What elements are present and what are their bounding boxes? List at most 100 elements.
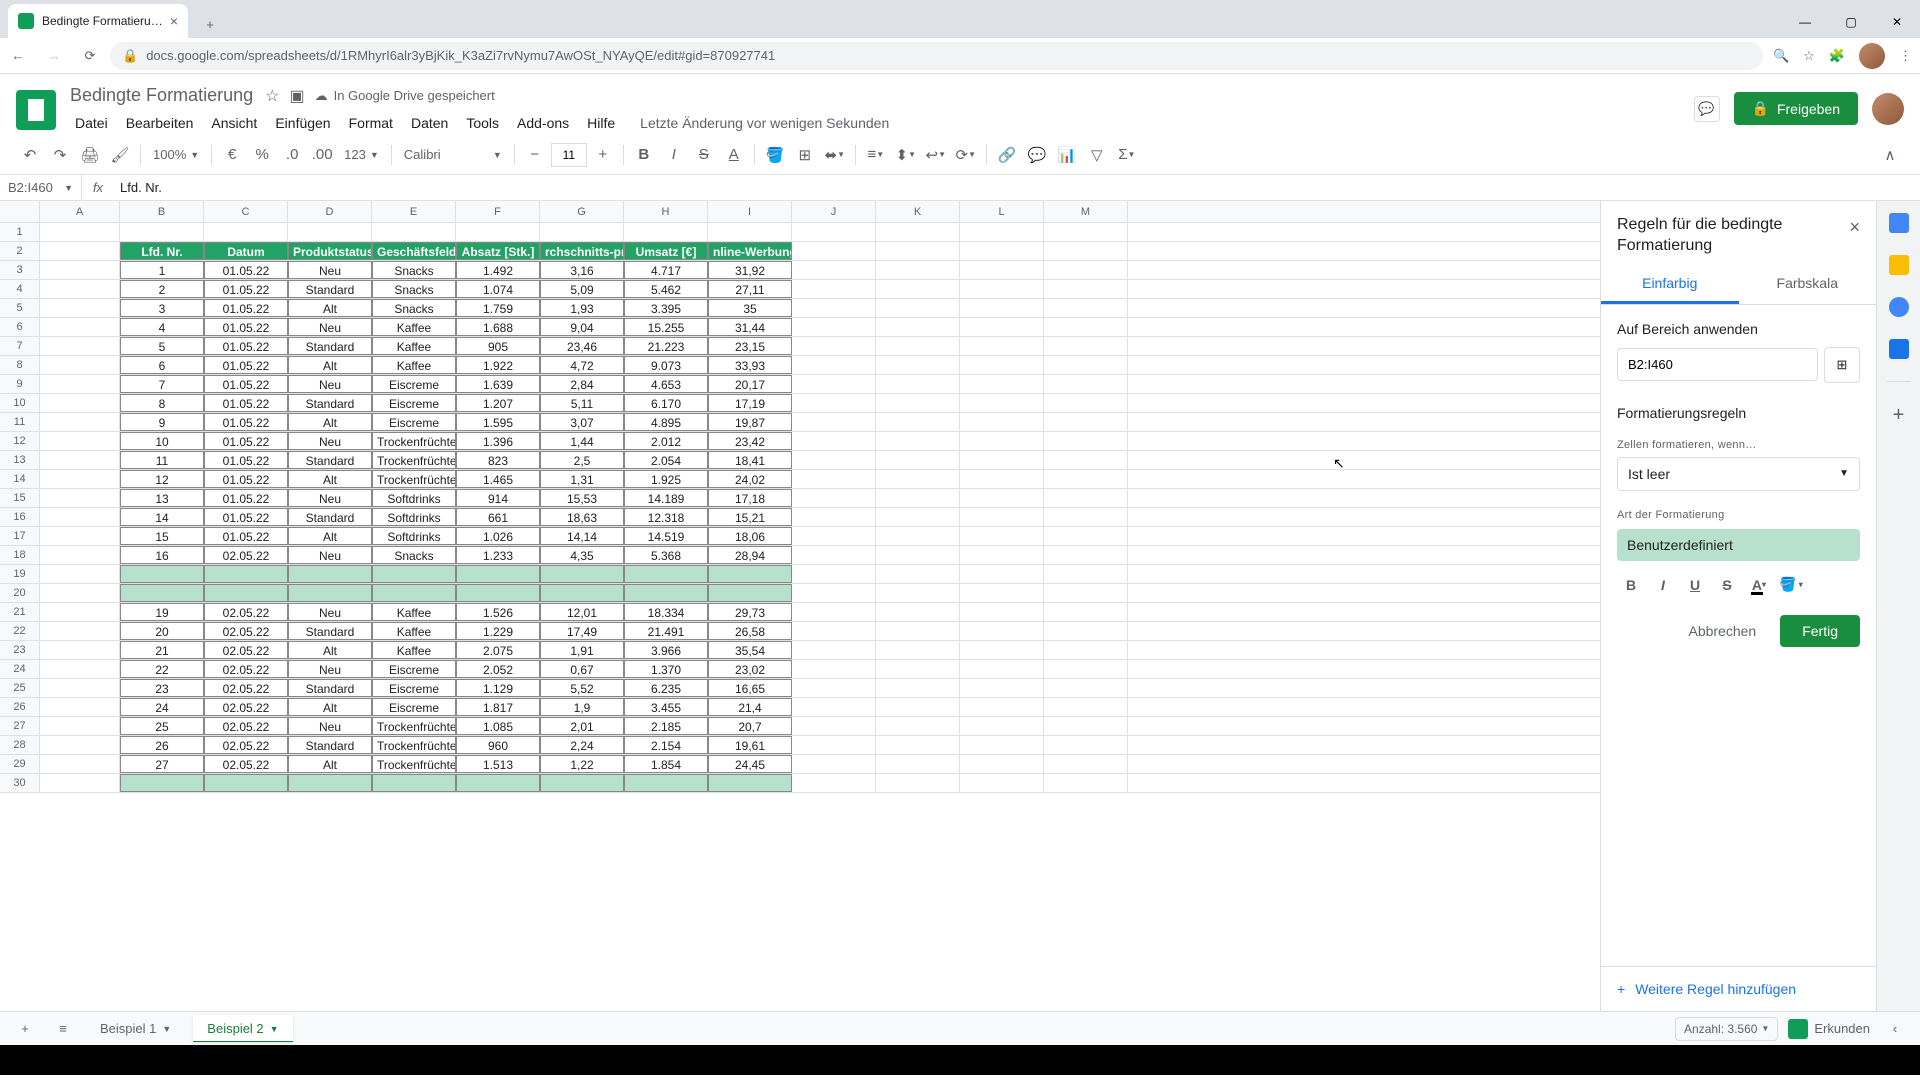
cell[interactable]	[1044, 470, 1128, 488]
cell[interactable]: Alt	[288, 413, 372, 431]
cell[interactable]: Snacks	[372, 280, 456, 298]
cell[interactable]	[708, 774, 792, 792]
cell[interactable]	[792, 508, 876, 526]
cell[interactable]: Trockenfrüchte	[372, 717, 456, 735]
cell[interactable]: Eiscreme	[372, 375, 456, 393]
cell[interactable]: 24	[120, 698, 204, 716]
forward-button[interactable]: →	[44, 46, 64, 66]
cell[interactable]: Standard	[288, 622, 372, 640]
table-header[interactable]: Produktstatus	[288, 242, 372, 260]
col-header-E[interactable]: E	[372, 201, 456, 222]
cell[interactable]: Alt	[288, 641, 372, 659]
tab-single-color[interactable]: Einfarbig	[1601, 265, 1739, 304]
cell[interactable]: 1.492	[456, 261, 540, 279]
cell[interactable]	[204, 584, 288, 602]
browser-tab[interactable]: Bedingte Formatierung - Google ×	[8, 4, 188, 38]
number-format-select[interactable]: 123 ▼	[338, 141, 385, 169]
cell[interactable]	[960, 337, 1044, 355]
cell[interactable]: Neu	[288, 717, 372, 735]
cell[interactable]	[1044, 337, 1128, 355]
close-tab-icon[interactable]: ×	[170, 13, 178, 29]
cell[interactable]: 14	[120, 508, 204, 526]
cell[interactable]: 17,49	[540, 622, 624, 640]
move-icon[interactable]: ▣	[289, 86, 304, 106]
cell[interactable]	[960, 299, 1044, 317]
col-header-B[interactable]: B	[120, 201, 204, 222]
cell[interactable]: 3,07	[540, 413, 624, 431]
cell[interactable]: 1.465	[456, 470, 540, 488]
cell[interactable]	[960, 261, 1044, 279]
contacts-icon[interactable]	[1889, 339, 1909, 359]
cell[interactable]	[1044, 375, 1128, 393]
cell[interactable]	[792, 527, 876, 545]
cell[interactable]: 14.519	[624, 527, 708, 545]
cell[interactable]	[876, 394, 960, 412]
sb-fill-color-button[interactable]: 🪣▾	[1777, 571, 1805, 599]
cell[interactable]: 1.526	[456, 603, 540, 621]
bookmark-icon[interactable]: ☆	[1803, 48, 1815, 64]
zoom-select[interactable]: 100% ▼	[147, 141, 205, 169]
cell[interactable]	[876, 698, 960, 716]
cell[interactable]	[1044, 622, 1128, 640]
cell[interactable]	[876, 280, 960, 298]
cell[interactable]: 3,16	[540, 261, 624, 279]
cell[interactable]: 35,54	[708, 641, 792, 659]
col-header-K[interactable]: K	[876, 201, 960, 222]
minimize-button[interactable]: —	[1782, 6, 1828, 38]
sheet-tab-2[interactable]: Beispiel 2▼	[193, 1015, 292, 1042]
cell[interactable]: 4.717	[624, 261, 708, 279]
cell[interactable]	[40, 736, 120, 754]
cell[interactable]	[792, 356, 876, 374]
col-header-G[interactable]: G	[540, 201, 624, 222]
text-color-button[interactable]: A	[720, 141, 748, 169]
cell[interactable]: Neu	[288, 489, 372, 507]
cell[interactable]: Neu	[288, 318, 372, 336]
row-header[interactable]: 11	[0, 413, 40, 431]
cell[interactable]: Alt	[288, 755, 372, 773]
cell[interactable]: 31,44	[708, 318, 792, 336]
cell[interactable]	[40, 337, 120, 355]
cell[interactable]: 5,52	[540, 679, 624, 697]
cell[interactable]: 02.05.22	[204, 698, 288, 716]
table-header[interactable]: Datum	[204, 242, 288, 260]
cell[interactable]	[40, 774, 120, 792]
rotate-button[interactable]: ⟳ ▼	[952, 141, 980, 169]
cell[interactable]: Neu	[288, 432, 372, 450]
addons-plus-icon[interactable]: +	[1893, 404, 1905, 427]
cell[interactable]: Standard	[288, 394, 372, 412]
cell[interactable]	[1044, 660, 1128, 678]
cell[interactable]	[456, 223, 540, 241]
comment-button[interactable]: 💬	[1694, 96, 1720, 122]
cell[interactable]	[960, 432, 1044, 450]
cell[interactable]	[40, 546, 120, 564]
comment-tb-button[interactable]: 💬	[1023, 141, 1051, 169]
cell[interactable]: 2.185	[624, 717, 708, 735]
cell[interactable]: 02.05.22	[204, 755, 288, 773]
cell[interactable]: 18,06	[708, 527, 792, 545]
cell[interactable]	[40, 489, 120, 507]
cancel-button[interactable]: Abbrechen	[1674, 615, 1770, 647]
cell[interactable]	[876, 375, 960, 393]
cell[interactable]: 26,58	[708, 622, 792, 640]
cell[interactable]: Neu	[288, 603, 372, 621]
cell[interactable]: 2,84	[540, 375, 624, 393]
cell[interactable]: 23,46	[540, 337, 624, 355]
cell[interactable]	[876, 223, 960, 241]
cell[interactable]: 3.455	[624, 698, 708, 716]
cell[interactable]: 2	[120, 280, 204, 298]
cell[interactable]: 2.075	[456, 641, 540, 659]
side-panel-toggle[interactable]: ‹	[1880, 1016, 1910, 1042]
cell[interactable]	[792, 698, 876, 716]
cell[interactable]	[40, 508, 120, 526]
row-header[interactable]: 16	[0, 508, 40, 526]
cell[interactable]	[792, 337, 876, 355]
cell[interactable]	[120, 223, 204, 241]
cell[interactable]: 15	[120, 527, 204, 545]
cell[interactable]: 1,91	[540, 641, 624, 659]
cell[interactable]: 01.05.22	[204, 470, 288, 488]
reload-button[interactable]: ⟳	[80, 46, 100, 66]
last-edit[interactable]: Letzte Änderung vor wenigen Sekunden	[636, 111, 893, 135]
cell[interactable]	[792, 451, 876, 469]
cell[interactable]	[1044, 394, 1128, 412]
cell[interactable]: Trockenfrüchte	[372, 736, 456, 754]
